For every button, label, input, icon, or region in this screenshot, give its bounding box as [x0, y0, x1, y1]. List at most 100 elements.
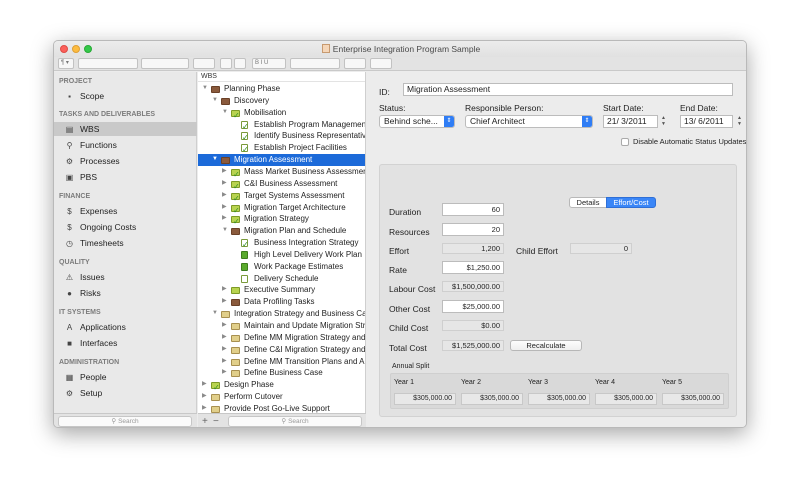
wbs-row[interactable]: ▶ Define MM Migration Strategy and Plan: [198, 332, 366, 344]
sidebar-item-pbs[interactable]: ▣ PBS: [54, 170, 197, 184]
highlight-color-well[interactable]: [234, 58, 246, 69]
wbs-row[interactable]: ✓ Establish Program Management: [198, 119, 365, 131]
text-align-group[interactable]: [290, 58, 340, 69]
wbs-row[interactable]: ▶ ✓ Mass Market Business Assessment: [198, 166, 365, 179]
disclosure-collapsed-icon[interactable]: ▶: [222, 356, 227, 368]
other-cost-field[interactable]: $25,000.00: [442, 300, 504, 313]
wbs-row[interactable]: ▶ Define Business Case: [198, 367, 365, 379]
wbs-row-label: Define MM Migration Strategy and Plan: [244, 332, 366, 342]
year-5-label: Year 5: [662, 379, 682, 386]
wbs-row[interactable]: ▶ ✓ C&I Business Assessment: [198, 178, 365, 191]
sidebar-item-issues[interactable]: ⚠ Issues: [54, 270, 197, 284]
disclosure-expanded-icon[interactable]: ▼: [222, 225, 228, 237]
sidebar-item-expenses[interactable]: $ Expenses: [54, 204, 197, 218]
wbs-row[interactable]: ▶ Define MM Transition Plans and Approach: [198, 356, 365, 368]
wbs-row[interactable]: ▼ Migration Assessment: [198, 154, 365, 166]
disclosure-collapsed-icon[interactable]: ▶: [222, 296, 227, 308]
wbs-row[interactable]: High Level Delivery Work Plan: [198, 249, 365, 261]
wbs-row[interactable]: ✓ Establish Project Facilities: [198, 142, 365, 154]
wbs-outline[interactable]: WBS ▼ Planning Phase ▼ Discovery ▼ ✓ Mobilisat…: [198, 72, 366, 413]
recalculate-button[interactable]: Recalculate: [510, 340, 582, 351]
sidebar-item-scope[interactable]: ▪ Scope: [54, 89, 197, 103]
status-popup[interactable]: Behind sche... ⇕: [379, 115, 455, 128]
wbs-row[interactable]: ▶ ✓ Migration Target Architecture: [198, 202, 365, 215]
tree-search-field[interactable]: ⚲ Search: [228, 416, 362, 427]
line-spacing-popup[interactable]: [344, 58, 366, 69]
wbs-row[interactable]: ▶ Perform Cutover: [198, 391, 365, 403]
disclosure-collapsed-icon[interactable]: ▶: [222, 190, 227, 202]
sidebar-search-field[interactable]: ⚲ Search: [58, 416, 192, 427]
responsible-person-popup[interactable]: Chief Architect ⇕: [465, 115, 593, 128]
wbs-row[interactable]: ✓ Business Integration Strategy: [198, 237, 365, 249]
resources-field[interactable]: 20: [442, 223, 504, 236]
tab-details[interactable]: Details: [569, 197, 607, 208]
sidebar-item-processes[interactable]: ⚙ Processes: [54, 154, 197, 168]
wbs-row[interactable]: ▶ Data Profiling Tasks: [198, 296, 365, 308]
start-date-stepper[interactable]: ▲ ▼: [660, 115, 667, 128]
wbs-row[interactable]: Delivery Schedule: [198, 273, 365, 285]
list-style-popup[interactable]: [370, 58, 392, 69]
disclosure-collapsed-icon[interactable]: ▶: [202, 391, 207, 403]
wbs-row[interactable]: ▼ Discovery: [198, 95, 365, 107]
disclosure-collapsed-icon[interactable]: ▶: [202, 403, 207, 413]
wbs-row[interactable]: ▶ ✓ Migration Strategy: [198, 213, 365, 226]
wbs-row[interactable]: ✓ Identify Business Representatives: [198, 130, 365, 142]
disclosure-collapsed-icon[interactable]: ▶: [222, 332, 227, 344]
disclosure-collapsed-icon[interactable]: ▶: [202, 379, 207, 391]
wbs-row[interactable]: ▶ ✓ Design Phase: [198, 379, 365, 392]
sidebar-item-wbs[interactable]: ▤ WBS: [54, 122, 197, 136]
end-date-stepper[interactable]: ▲ ▼: [736, 115, 743, 128]
disclosure-collapsed-icon[interactable]: ▶: [222, 344, 227, 356]
disclosure-expanded-icon[interactable]: ▼: [212, 308, 218, 320]
duration-field[interactable]: 60: [442, 203, 504, 216]
add-item-button[interactable]: +: [202, 415, 208, 427]
sidebar-item-interfaces[interactable]: ■ Interfaces: [54, 336, 197, 350]
disclosure-expanded-icon[interactable]: ▼: [222, 107, 228, 119]
disclosure-collapsed-icon[interactable]: ▶: [222, 166, 227, 178]
wbs-row[interactable]: Work Package Estimates: [198, 261, 365, 273]
disclosure-collapsed-icon[interactable]: ▶: [222, 202, 227, 214]
sidebar-item-ongoing-costs[interactable]: $ Ongoing Costs: [54, 220, 197, 234]
wbs-row[interactable]: ▼ Planning Phase: [198, 83, 365, 95]
sidebar-item-timesheets[interactable]: ◷ Timesheets: [54, 236, 197, 250]
font-size-popup[interactable]: [193, 58, 215, 69]
font-family-popup[interactable]: [78, 58, 138, 69]
disclosure-collapsed-icon[interactable]: ▶: [222, 178, 227, 190]
wbs-row-label: C&I Business Assessment: [244, 178, 338, 188]
folder-complete-icon: ✓: [231, 216, 240, 226]
id-field[interactable]: Migration Assessment: [403, 83, 733, 96]
paragraph-style-popup[interactable]: ¶ ▾: [58, 58, 74, 69]
disclosure-expanded-icon[interactable]: ▼: [202, 83, 208, 95]
sidebar-item-label: Scope: [80, 91, 105, 101]
wbs-row[interactable]: ▼ Migration Plan and Schedule: [198, 225, 365, 237]
wbs-row[interactable]: ▶ ✓ Target Systems Assessment: [198, 190, 365, 203]
disclosure-collapsed-icon[interactable]: ▶: [222, 367, 227, 379]
disclosure-collapsed-icon[interactable]: ▶: [222, 284, 227, 296]
sidebar-item-applications[interactable]: A Applications: [54, 320, 197, 334]
font-typeface-popup[interactable]: [141, 58, 189, 69]
text-color-well[interactable]: [220, 58, 232, 69]
remove-item-button[interactable]: −: [213, 415, 219, 427]
wbs-row[interactable]: ▶ Maintain and Update Migration Strategy: [198, 320, 365, 332]
rate-field[interactable]: $1,250.00: [442, 261, 504, 274]
tab-effort-cost[interactable]: Effort/Cost: [606, 197, 656, 208]
bold-italic-underline-group[interactable]: B I U: [252, 58, 286, 69]
disclosure-expanded-icon[interactable]: ▼: [212, 95, 218, 107]
disclosure-collapsed-icon[interactable]: ▶: [222, 320, 227, 332]
sidebar-item-people[interactable]: ▦ People: [54, 370, 197, 384]
sidebar-item-setup[interactable]: ⚙ Setup: [54, 386, 197, 400]
sidebar-item-functions[interactable]: ⚲ Functions: [54, 138, 197, 152]
wbs-row[interactable]: ▶ Executive Summary: [198, 284, 365, 296]
sidebar-item-risks[interactable]: ● Risks: [54, 286, 197, 300]
wbs-row[interactable]: ▶ Define C&I Migration Strategy and Plan: [198, 344, 365, 356]
disclosure-expanded-icon[interactable]: ▼: [212, 154, 218, 166]
start-date-field[interactable]: 21/ 3/2011: [603, 115, 658, 128]
end-date-field[interactable]: 13/ 6/2011: [680, 115, 733, 128]
disable-auto-status-checkbox[interactable]: [621, 138, 629, 146]
sidebar-item-label: Risks: [80, 288, 101, 298]
disclosure-collapsed-icon[interactable]: ▶: [222, 213, 227, 225]
effort-label: Effort: [389, 246, 410, 256]
wbs-row[interactable]: ▶ Provide Post Go-Live Support: [198, 403, 365, 413]
wbs-row[interactable]: ▼ ✓ Mobilisation: [198, 107, 365, 120]
wbs-row[interactable]: ▼ Integration Strategy and Business Case: [198, 308, 365, 320]
